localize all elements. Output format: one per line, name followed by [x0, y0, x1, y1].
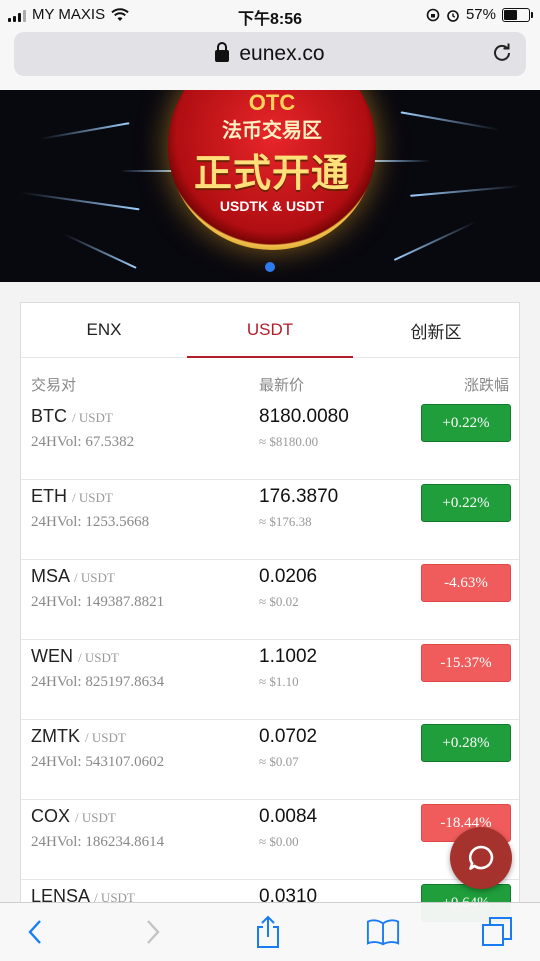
market-row-msa[interactable]: MSA / USDT 24HVol: 149387.8821 0.0206 ≈ … — [21, 560, 519, 640]
last-price: 176.3870 — [259, 486, 339, 507]
rotation-lock-icon — [426, 8, 440, 21]
volume-24h: 24HVol: 186234.8614 — [31, 834, 165, 850]
tab-usdt[interactable]: USDT — [187, 303, 353, 358]
tabs-icon — [482, 917, 512, 946]
market-row-btc[interactable]: BTC / USDT 24HVol: 67.5382 8180.0080 ≈ $… — [21, 400, 519, 480]
share-button[interactable] — [251, 915, 285, 949]
price-usd: ≈ $0.07 — [259, 754, 299, 769]
pair-name: WEN / USDT — [31, 646, 119, 667]
bookmarks-button[interactable] — [366, 915, 400, 949]
browser-header: eunex.co — [0, 30, 540, 90]
market-list: BTC / USDT 24HVol: 67.5382 8180.0080 ≈ $… — [21, 400, 519, 960]
quote-symbol: / USDT — [75, 810, 116, 825]
back-button[interactable] — [18, 915, 52, 949]
price-usd: ≈ $176.38 — [259, 514, 312, 529]
pair-name: MSA / USDT — [31, 566, 115, 587]
promo-banner[interactable]: OTC 法币交易区 正式开通 USDTK & USDT — [0, 90, 540, 282]
last-price: 0.0702 — [259, 726, 318, 747]
last-price: 8180.0080 — [259, 406, 349, 427]
pair-name: ETH / USDT — [31, 486, 113, 507]
pair-name: BTC / USDT — [31, 406, 113, 427]
tabs-button[interactable] — [480, 915, 514, 949]
base-symbol: COX — [31, 806, 71, 826]
volume-24h: 24HVol: 543107.0602 — [31, 754, 165, 770]
url-text: eunex.co — [239, 42, 325, 65]
base-symbol: ZMTK — [31, 726, 80, 746]
header-change: 涨跌幅 — [463, 377, 509, 394]
chat-button[interactable] — [450, 827, 512, 889]
forward-button[interactable] — [136, 915, 170, 949]
change-badge: +0.22% — [421, 484, 511, 522]
volume-24h: 24HVol: 825197.8634 — [31, 674, 165, 690]
quote-symbol: / USDT — [72, 410, 113, 425]
last-price: 0.0084 — [259, 806, 318, 827]
alarm-icon — [447, 9, 459, 22]
header-price: 最新价 — [259, 377, 305, 394]
change-badge: +0.22% — [421, 404, 511, 442]
browser-toolbar — [0, 902, 540, 961]
market-row-cox[interactable]: COX / USDT 24HVol: 186234.8614 0.0084 ≈ … — [21, 800, 519, 880]
lock-icon — [215, 42, 230, 62]
table-header: 交易对 最新价 涨跌幅 — [21, 358, 519, 400]
change-badge: +0.28% — [421, 724, 511, 762]
pair-name: COX / USDT — [31, 806, 116, 827]
address-bar[interactable]: eunex.co — [14, 32, 526, 76]
market-tabs: ENX USDT 创新区 — [21, 303, 519, 358]
market-row-eth[interactable]: ETH / USDT 24HVol: 1253.5668 176.3870 ≈ … — [21, 480, 519, 560]
status-bar: MY MAXIS 下午8:56 57% — [0, 0, 540, 30]
market-card: ENX USDT 创新区 交易对 最新价 涨跌幅 BTC / USDT 24HV… — [20, 302, 520, 960]
forward-chevron-icon — [147, 920, 160, 944]
base-symbol: MSA — [31, 566, 70, 586]
price-usd: ≈ $0.00 — [259, 834, 299, 849]
back-chevron-icon — [28, 920, 41, 944]
book-icon — [366, 919, 400, 946]
status-right: 57% — [426, 6, 533, 23]
reload-icon[interactable] — [492, 42, 512, 62]
carousel-indicator[interactable] — [265, 262, 275, 272]
pair-name: ZMTK / USDT — [31, 726, 126, 747]
volume-24h: 24HVol: 149387.8821 — [31, 594, 165, 610]
base-symbol: ETH — [31, 486, 67, 506]
price-usd: ≈ $8180.00 — [259, 434, 319, 449]
change-badge: -4.63% — [421, 564, 511, 602]
battery-icon — [502, 7, 533, 22]
quote-symbol: / USDT — [74, 570, 115, 585]
volume-24h: 24HVol: 1253.5668 — [31, 514, 150, 530]
tab-innovation[interactable]: 创新区 — [353, 303, 519, 357]
tab-enx[interactable]: ENX — [21, 303, 187, 357]
share-icon — [257, 915, 279, 948]
last-price: 1.1002 — [259, 646, 318, 667]
market-row-wen[interactable]: WEN / USDT 24HVol: 825197.8634 1.1002 ≈ … — [21, 640, 519, 720]
change-badge: -15.37% — [421, 644, 511, 682]
volume-24h: 24HVol: 67.5382 — [31, 434, 135, 450]
chat-bubble-icon — [468, 845, 494, 870]
quote-symbol: / USDT — [78, 650, 119, 665]
header-pair: 交易对 — [31, 377, 77, 394]
otc-logo: OTC 法币交易区 正式开通 USDTK & USDT — [168, 90, 376, 250]
market-row-zmtk[interactable]: ZMTK / USDT 24HVol: 543107.0602 0.0702 ≈… — [21, 720, 519, 800]
price-usd: ≈ $1.10 — [259, 674, 299, 689]
last-price: 0.0206 — [259, 566, 318, 587]
quote-symbol: / USDT — [72, 490, 113, 505]
battery-percent: 57% — [465, 6, 496, 23]
base-symbol: WEN — [31, 646, 73, 666]
quote-symbol: / USDT — [85, 730, 126, 745]
price-usd: ≈ $0.02 — [259, 594, 299, 609]
base-symbol: BTC — [31, 406, 67, 426]
